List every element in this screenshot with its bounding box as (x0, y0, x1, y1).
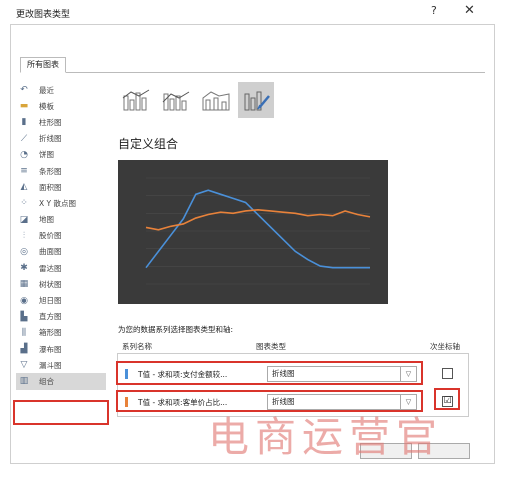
tab-divider (20, 72, 485, 73)
sidebar-item-label: 组合 (39, 376, 54, 386)
sidebar-item-label: 地图 (39, 215, 54, 225)
sidebar-item-label: 柱形图 (39, 117, 62, 127)
sidebar-item-label: 饼图 (39, 150, 54, 160)
sidebar-item-column-chart[interactable]: ▮ 柱形图 (16, 114, 106, 130)
map-chart-icon: ◪ (19, 214, 29, 225)
column-chart-icon: ▮ (21, 117, 27, 128)
clustered-column-line-icon[interactable] (118, 82, 154, 118)
combo-subtype-icons (118, 82, 274, 118)
pie-chart-icon: ◔ (20, 149, 28, 160)
box-whisker-chart-icon: ⫼ (21, 327, 27, 338)
series-line-2 (145, 208, 371, 231)
sidebar-item-map-chart[interactable]: ◪ 地图 (16, 212, 106, 228)
sidebar-item-stock-chart[interactable]: ⫶ 股价图 (16, 228, 106, 244)
series-line-1 (145, 189, 370, 269)
dialog-title: 更改图表类型 (16, 10, 71, 20)
sidebar-item-label: 雷达图 (39, 263, 62, 273)
title-bar: 更改图表类型 ? ✕ (0, 0, 507, 24)
stacked-area-column-icon[interactable] (198, 82, 234, 118)
secondary-axis-header: 次坐标轴 (430, 342, 460, 351)
recent-icon: ↶ (20, 85, 28, 96)
clustered-column-line-secondary-icon[interactable] (158, 82, 194, 118)
highlight-series-row-1 (116, 361, 423, 385)
secondary-axis-checkbox[interactable] (442, 368, 453, 379)
surface-chart-icon: ◎ (20, 246, 28, 257)
sidebar-item-waterfall-chart[interactable]: ▟ 瀑布图 (16, 341, 106, 357)
chart-preview (118, 160, 388, 304)
sidebar-item-label: 曲面图 (39, 247, 62, 257)
sidebar-item-treemap-chart[interactable]: ▦ 树状图 (16, 276, 106, 292)
sidebar-item-label: X Y 散点图 (39, 198, 76, 208)
series-prompt: 为您的数据系列选择图表类型和轴: (118, 325, 234, 334)
funnel-chart-icon: ▽ (20, 360, 28, 371)
sidebar-item-histogram-chart[interactable]: ▙ 直方图 (16, 309, 106, 325)
sidebar-item-pie-chart[interactable]: ◔ 饼图 (16, 147, 106, 163)
sidebar-item-box-whisker-chart[interactable]: ⫼ 箱形图 (16, 325, 106, 341)
sidebar-item-radar-chart[interactable]: ✱ 雷达图 (16, 260, 106, 276)
sidebar-item-label: 面积图 (39, 182, 62, 192)
chart-type-header: 图表类型 (256, 342, 286, 351)
sidebar-item-label: 树状图 (39, 279, 62, 289)
scatter-chart-icon: ⁘ (20, 198, 28, 209)
sidebar-item-label: 箱形图 (39, 328, 62, 338)
waterfall-chart-icon: ▟ (20, 344, 28, 355)
sidebar-item-template-folder[interactable]: ▬ 模板 (16, 98, 106, 114)
histogram-chart-icon: ▙ (20, 311, 28, 322)
treemap-chart-icon: ▦ (19, 279, 29, 290)
sidebar-item-combo-chart[interactable]: ▥ 组合 (16, 373, 106, 390)
sidebar-item-label: 折线图 (39, 134, 62, 144)
sidebar-item-label: 最近 (39, 85, 54, 95)
section-title: 自定义组合 (118, 137, 179, 151)
close-button[interactable]: ✕ (464, 3, 475, 18)
sidebar-item-area-chart[interactable]: ◭ 面积图 (16, 179, 106, 195)
sidebar-item-line-chart[interactable]: ⟋ 折线图 (16, 131, 106, 147)
line-chart-icon: ⟋ (20, 133, 28, 144)
custom-combo-icon[interactable] (238, 82, 274, 118)
sidebar-item-label: 漏斗图 (39, 360, 62, 370)
radar-chart-icon: ✱ (20, 263, 28, 274)
area-chart-icon: ◭ (20, 182, 28, 193)
sidebar-item-label: 瀑布图 (39, 344, 62, 354)
sunburst-chart-icon: ◉ (20, 295, 28, 306)
sidebar-item-bar-chart[interactable]: ≡ 条形图 (16, 163, 106, 179)
bar-chart-icon: ≡ (20, 166, 28, 177)
watermark-text: 电商运营官 (208, 413, 443, 461)
series-name-header: 系列名称 (122, 342, 152, 351)
sidebar-item-label: 条形图 (39, 166, 62, 176)
highlight-combo-item (13, 400, 109, 425)
sidebar-item-label: 旭日图 (39, 296, 62, 306)
combo-chart-icon: ▥ (19, 376, 29, 387)
sidebar-item-scatter-chart[interactable]: ⁘ X Y 散点图 (16, 195, 106, 211)
sidebar-item-sunburst-chart[interactable]: ◉ 旭日图 (16, 292, 106, 308)
chart-type-sidebar: ↶ 最近 ▬ 模板 ▮ 柱形图 ⟋ 折线图 ◔ 饼图 ≡ 条形图 ◭ 面积图 ⁘ X Y 散点图 ◪ 地图 ⫶ 股价图… (16, 82, 106, 390)
sidebar-item-label: 股价图 (39, 231, 62, 241)
help-button[interactable]: ? (431, 4, 437, 17)
stock-chart-icon: ⫶ (22, 230, 26, 241)
preview-chart-svg (145, 177, 371, 285)
sidebar-item-funnel-chart[interactable]: ▽ 漏斗图 (16, 357, 106, 373)
sidebar-item-label: 模板 (39, 101, 54, 111)
tab-all-charts[interactable]: 所有图表 (20, 57, 66, 73)
template-folder-icon: ▬ (19, 101, 29, 112)
sidebar-item-surface-chart[interactable]: ◎ 曲面图 (16, 244, 106, 260)
sidebar-item-label: 直方图 (39, 312, 62, 322)
sidebar-item-recent[interactable]: ↶ 最近 (16, 82, 106, 98)
